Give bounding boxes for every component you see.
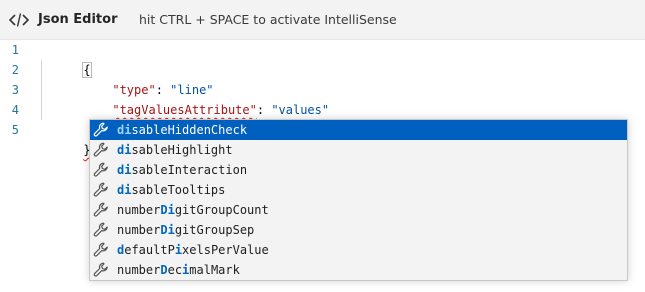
suggestion-item[interactable]: numberDigitGroupSep	[90, 220, 627, 240]
suggestion-label: numberDigitGroupSep	[117, 223, 255, 237]
suggestion-item[interactable]: numberDecimalMark	[90, 260, 627, 280]
suggestion-widget[interactable]: disableHiddenCheck disableHighlight disa…	[89, 119, 628, 281]
code-line-1[interactable]: {	[40, 40, 92, 78]
wrench-icon	[93, 142, 108, 157]
line-number: 4	[11, 103, 19, 117]
suggestion-item[interactable]: disableHiddenCheck	[90, 120, 627, 140]
suggestion-label: defaultPixelsPerValue	[117, 243, 269, 257]
code-line-5[interactable]: }	[40, 120, 90, 157]
suggestion-item[interactable]: numberDigitGroupCount	[90, 200, 627, 220]
code-line-2[interactable]: "type": "line"	[69, 60, 213, 97]
line-number: 3	[11, 83, 19, 97]
line-number-gutter: 1 2 3 4 5	[0, 40, 30, 292]
line-number: 1	[11, 43, 19, 57]
suggestion-label: numberDecimalMark	[117, 263, 240, 277]
suggestion-label: disableInteraction	[117, 163, 248, 177]
wrench-icon	[93, 162, 108, 177]
wrench-icon	[93, 222, 108, 237]
editor-header: Json Editor hit CTRL + SPACE to activate…	[0, 0, 645, 40]
wrench-icon	[93, 122, 108, 137]
suggestion-label: numberDigitGroupCount	[117, 203, 269, 217]
wrench-icon	[93, 202, 108, 217]
editor-title: Json Editor	[38, 12, 118, 27]
line-number: 5	[11, 123, 19, 137]
suggestion-item[interactable]: defaultPixelsPerValue	[90, 240, 627, 260]
suggestion-label: disableHiddenCheck	[117, 123, 248, 137]
code-line-3[interactable]: "tagValuesAttribute": "values"	[69, 80, 329, 117]
suggestion-item[interactable]: disableHighlight	[90, 140, 627, 160]
code-icon	[9, 13, 29, 27]
wrench-icon	[93, 182, 108, 197]
json-key-tagvaluesattribute: "tagValuesAttribute"	[112, 103, 257, 117]
wrench-icon	[93, 242, 108, 257]
colon: :	[256, 103, 272, 117]
suggestion-item[interactable]: disableInteraction	[90, 160, 627, 180]
suggestion-label: disableHighlight	[117, 143, 233, 157]
suggestion-label: disableTooltips	[117, 183, 226, 197]
code-line-4[interactable]: di	[69, 100, 129, 138]
suggestion-item[interactable]: disableTooltips	[90, 180, 627, 200]
line-number: 2	[11, 63, 19, 77]
wrench-icon	[93, 262, 108, 277]
intellisense-hint: hit CTRL + SPACE to activate IntelliSens…	[139, 12, 397, 27]
json-value-values: "values"	[271, 103, 330, 117]
